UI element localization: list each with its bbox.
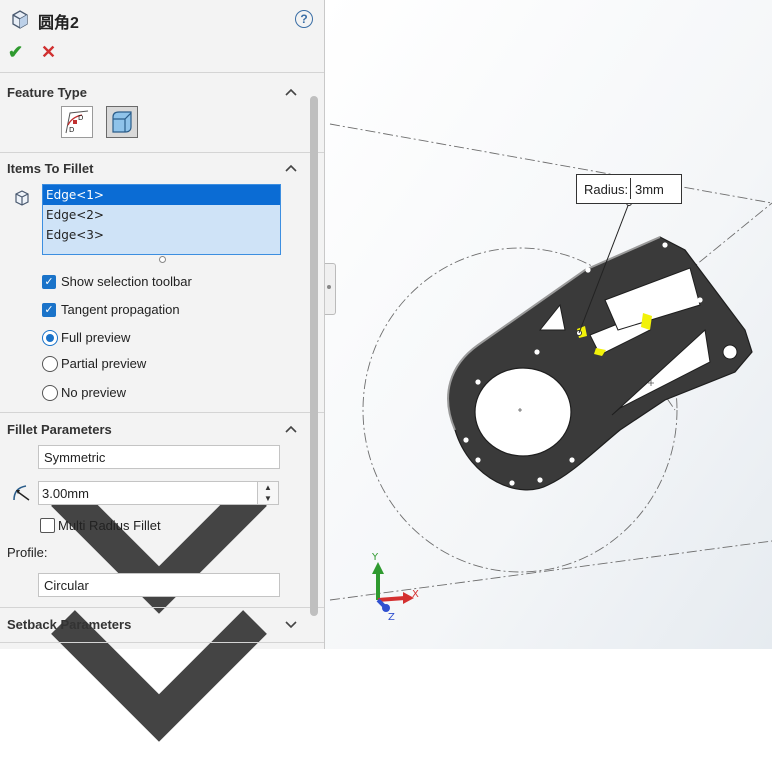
no-preview-label: No preview [61, 385, 127, 400]
feature-type-heading[interactable]: Feature Type [7, 85, 87, 100]
svg-text:D: D [78, 114, 83, 122]
property-manager-panel: 圆角2 ? ✔ ✕ Feature Type D D Items To Fill… [0, 0, 325, 742]
list-item[interactable]: Edge<2> [43, 205, 280, 225]
panel-collapse-tab[interactable] [325, 263, 336, 315]
list-resize-handle[interactable] [159, 256, 166, 263]
constant-size-fillet-icon: D D [65, 110, 89, 134]
svg-text:D: D [69, 126, 74, 134]
full-preview-radio[interactable] [42, 330, 58, 346]
radius-stepper[interactable]: ▲ ▼ [257, 481, 279, 505]
profile-value: Circular [44, 578, 89, 593]
cancel-button[interactable]: ✕ [41, 42, 56, 63]
divider [0, 607, 324, 608]
divider [0, 152, 324, 153]
page-title: 圆角2 [38, 15, 79, 32]
partial-preview-label: Partial preview [61, 356, 147, 371]
chevron-up-icon[interactable] [284, 163, 298, 173]
multi-radius-fillet-checkbox[interactable] [40, 518, 55, 533]
divider [0, 642, 324, 643]
symmetry-dropdown[interactable]: Symmetric [38, 445, 280, 614]
grip-icon [327, 285, 331, 289]
face-fillet-button[interactable] [106, 106, 138, 138]
radius-value: 3.00mm [42, 486, 89, 501]
profile-dropdown[interactable]: Circular [38, 573, 280, 742]
help-icon[interactable]: ? [295, 10, 313, 28]
x-axis-label: X [412, 589, 419, 600]
fillet-parameters-heading[interactable]: Fillet Parameters [7, 422, 112, 437]
divider [0, 412, 324, 413]
title-row: 圆角2 ? [0, 0, 324, 36]
chevron-down-icon [51, 610, 267, 742]
full-preview-label: Full preview [61, 330, 131, 345]
face-fillet-cube-icon [112, 111, 132, 133]
items-to-fillet-heading[interactable]: Items To Fillet [7, 161, 93, 176]
symmetry-value: Symmetric [44, 450, 106, 465]
radius-callout-value[interactable]: 3mm [635, 182, 664, 197]
chevron-up-icon[interactable] [284, 87, 298, 97]
increment-icon[interactable]: ▲ [258, 482, 278, 493]
list-item[interactable]: Edge<3> [43, 225, 280, 245]
radius-callout[interactable]: Radius: 3mm [576, 174, 682, 204]
divider [0, 72, 324, 73]
show-selection-toolbar-label: Show selection toolbar [61, 274, 192, 289]
constant-size-fillet-button[interactable]: D D [61, 106, 93, 138]
setback-parameters-heading[interactable]: Setback Parameters [7, 617, 131, 632]
profile-label: Profile: [7, 545, 48, 560]
model-view[interactable]: Y X Z [325, 0, 772, 649]
decrement-icon[interactable]: ▼ [258, 493, 278, 504]
fillet-cube-icon [12, 10, 28, 29]
list-item[interactable]: Edge<1> [43, 185, 280, 205]
y-axis-label: Y [371, 552, 379, 563]
radius-callout-label: Radius: [584, 182, 629, 197]
ok-button[interactable]: ✔ [8, 42, 23, 63]
panel-scrollbar[interactable] [310, 96, 318, 616]
z-axis-label: Z [388, 612, 395, 623]
show-selection-toolbar-checkbox[interactable]: ✓ [42, 275, 56, 289]
tangent-propagation-checkbox[interactable]: ✓ [42, 303, 56, 317]
chevron-down-icon[interactable] [284, 619, 298, 629]
edge-selection-icon [15, 190, 29, 206]
radius-icon [13, 485, 30, 501]
multi-radius-fillet-label: Multi Radius Fillet [58, 518, 161, 533]
graphics-viewport[interactable]: Y X Z [325, 0, 772, 649]
no-preview-radio[interactable] [42, 385, 58, 401]
divider [630, 178, 631, 199]
partial-preview-radio[interactable] [42, 356, 58, 372]
edge-selection-list[interactable]: Edge<1> Edge<2> Edge<3> [42, 184, 281, 255]
chevron-up-icon[interactable] [284, 424, 298, 434]
tangent-propagation-label: Tangent propagation [61, 302, 180, 317]
radius-input[interactable]: 3.00mm [38, 481, 259, 505]
